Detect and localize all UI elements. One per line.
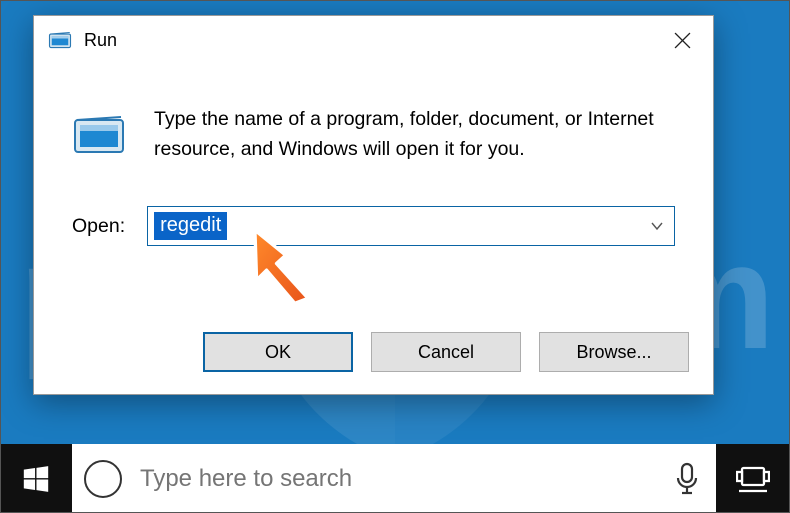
task-view-icon (736, 464, 770, 494)
windows-logo-icon (21, 464, 51, 494)
dialog-message: Type the name of a program, folder, docu… (154, 104, 674, 164)
cancel-button[interactable]: Cancel (371, 332, 521, 372)
taskbar-search[interactable] (72, 444, 716, 513)
dialog-title: Run (84, 30, 651, 51)
start-button[interactable] (0, 444, 72, 513)
open-combobox[interactable]: regedit (147, 206, 675, 246)
ok-button[interactable]: OK (203, 332, 353, 372)
run-dialog: Run Type the name of a program, folder, … (33, 15, 714, 395)
search-input[interactable] (140, 465, 656, 493)
run-large-icon (72, 108, 126, 162)
dialog-body: Type the name of a program, folder, docu… (34, 64, 713, 246)
browse-button[interactable]: Browse... (539, 332, 689, 372)
cortana-icon[interactable] (84, 460, 122, 498)
microphone-icon[interactable] (674, 462, 700, 496)
task-view-button[interactable] (716, 444, 790, 513)
chevron-down-icon[interactable] (650, 219, 664, 233)
button-row: OK Cancel Browse... (203, 332, 689, 372)
open-input-selection: regedit (154, 212, 227, 240)
close-button[interactable] (651, 16, 713, 64)
close-icon (674, 32, 691, 49)
open-label: Open: (72, 215, 125, 238)
run-icon (48, 28, 72, 52)
titlebar: Run (34, 16, 713, 64)
taskbar (0, 444, 790, 513)
